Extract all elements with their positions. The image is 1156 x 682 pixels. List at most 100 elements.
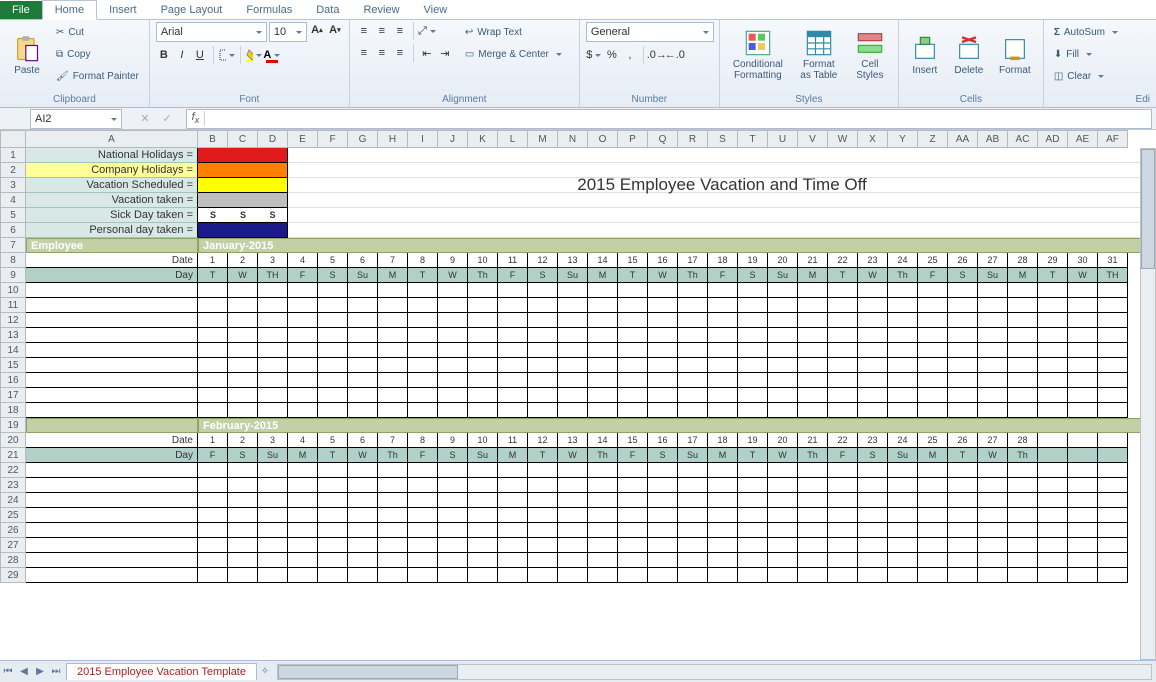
data-cell[interactable]	[768, 508, 798, 523]
enter-formula-button[interactable]: ✓	[159, 111, 175, 127]
data-cell[interactable]	[768, 283, 798, 298]
data-cell[interactable]	[408, 328, 438, 343]
data-cell[interactable]	[1068, 298, 1098, 313]
data-cell[interactable]	[858, 388, 888, 403]
legend-swatch[interactable]	[198, 148, 228, 163]
cell-styles-button[interactable]: Cell Styles	[848, 22, 892, 88]
data-cell[interactable]	[1068, 523, 1098, 538]
data-cell[interactable]	[978, 343, 1008, 358]
data-cell[interactable]	[798, 328, 828, 343]
employee-header[interactable]	[26, 418, 198, 433]
data-cell[interactable]	[588, 523, 618, 538]
date-cell[interactable]: 16	[648, 253, 678, 268]
row-header[interactable]: 9	[0, 268, 26, 283]
data-cell[interactable]	[918, 313, 948, 328]
orientation-button[interactable]: ⤢	[419, 23, 435, 39]
data-cell[interactable]	[528, 538, 558, 553]
day-cell[interactable]: M	[1008, 268, 1038, 283]
date-cell[interactable]: 25	[918, 433, 948, 448]
data-cell[interactable]	[1008, 553, 1038, 568]
data-cell[interactable]	[1098, 298, 1128, 313]
fill-color-button[interactable]	[246, 47, 262, 63]
data-cell[interactable]	[318, 298, 348, 313]
column-header[interactable]: R	[678, 130, 708, 148]
data-cell[interactable]	[738, 508, 768, 523]
data-cell[interactable]	[978, 298, 1008, 313]
tab-nav-next[interactable]: ▶	[32, 664, 48, 680]
data-cell[interactable]	[438, 388, 468, 403]
merge-center-button[interactable]: ▭Merge & Center	[461, 44, 566, 64]
name-box[interactable]: AI2	[30, 109, 122, 129]
data-cell[interactable]	[528, 298, 558, 313]
row-header[interactable]: 22	[0, 463, 26, 478]
data-cell[interactable]	[558, 508, 588, 523]
data-cell[interactable]	[828, 553, 858, 568]
new-sheet-button[interactable]: ✧	[257, 664, 273, 680]
data-cell[interactable]	[888, 358, 918, 373]
data-cell[interactable]	[948, 568, 978, 583]
data-cell[interactable]	[348, 283, 378, 298]
data-cell[interactable]	[258, 373, 288, 388]
data-cell[interactable]	[708, 388, 738, 403]
column-header[interactable]: H	[378, 130, 408, 148]
data-cell[interactable]	[738, 298, 768, 313]
day-cell[interactable]: W	[438, 268, 468, 283]
data-cell[interactable]	[618, 388, 648, 403]
data-cell[interactable]	[588, 463, 618, 478]
day-cell[interactable]: S	[648, 448, 678, 463]
data-cell[interactable]	[858, 508, 888, 523]
data-cell[interactable]	[468, 403, 498, 418]
data-cell[interactable]	[798, 388, 828, 403]
column-header[interactable]: Z	[918, 130, 948, 148]
data-cell[interactable]	[648, 388, 678, 403]
data-cell[interactable]	[918, 463, 948, 478]
data-cell[interactable]	[1038, 388, 1068, 403]
data-cell[interactable]	[348, 343, 378, 358]
data-cell[interactable]	[348, 358, 378, 373]
data-cell[interactable]	[438, 568, 468, 583]
data-cell[interactable]	[468, 478, 498, 493]
insert-cells-button[interactable]: Insert	[905, 22, 945, 88]
data-cell[interactable]	[558, 553, 588, 568]
data-cell[interactable]	[408, 463, 438, 478]
data-cell[interactable]	[228, 553, 258, 568]
data-cell[interactable]	[948, 373, 978, 388]
date-cell[interactable]: 13	[558, 253, 588, 268]
data-cell[interactable]	[1098, 358, 1128, 373]
date-cell[interactable]: 1	[198, 253, 228, 268]
decrease-indent-button[interactable]: ⇤	[419, 45, 435, 61]
data-cell[interactable]	[858, 523, 888, 538]
data-cell[interactable]	[918, 358, 948, 373]
data-cell[interactable]	[858, 373, 888, 388]
tab-insert[interactable]: Insert	[97, 1, 149, 19]
format-painter-button[interactable]: 🖌Format Painter	[52, 66, 143, 86]
legend-swatch[interactable]	[228, 163, 258, 178]
align-right-button[interactable]: ≡	[392, 45, 408, 61]
data-cell[interactable]	[1068, 313, 1098, 328]
day-cell[interactable]: M	[918, 448, 948, 463]
data-cell[interactable]	[648, 538, 678, 553]
data-cell[interactable]	[528, 388, 558, 403]
day-cell[interactable]: F	[828, 448, 858, 463]
day-cell[interactable]: S	[738, 268, 768, 283]
data-cell[interactable]	[498, 478, 528, 493]
data-cell[interactable]	[648, 463, 678, 478]
data-cell[interactable]	[678, 313, 708, 328]
data-cell[interactable]	[1098, 478, 1128, 493]
data-cell[interactable]	[1068, 283, 1098, 298]
data-cell[interactable]	[438, 523, 468, 538]
data-cell[interactable]	[858, 403, 888, 418]
data-cell[interactable]	[528, 328, 558, 343]
data-cell[interactable]	[798, 343, 828, 358]
date-cell[interactable]: 25	[918, 253, 948, 268]
data-cell[interactable]	[648, 523, 678, 538]
data-cell[interactable]	[708, 358, 738, 373]
data-cell[interactable]	[198, 283, 228, 298]
data-cell[interactable]	[258, 328, 288, 343]
data-cell[interactable]	[498, 508, 528, 523]
data-cell[interactable]	[528, 463, 558, 478]
data-cell[interactable]	[1008, 508, 1038, 523]
data-cell[interactable]	[738, 553, 768, 568]
border-button[interactable]	[219, 47, 235, 63]
row-label[interactable]: Date	[26, 253, 198, 268]
